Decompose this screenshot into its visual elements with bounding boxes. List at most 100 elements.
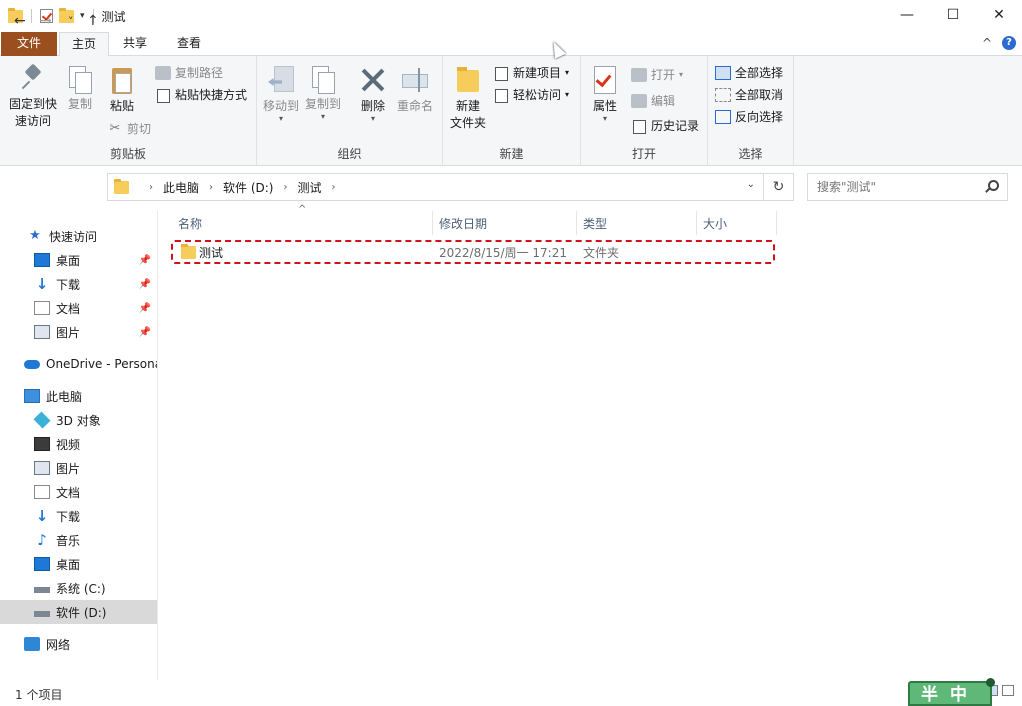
copy-path-button[interactable]: 复制路径	[155, 64, 223, 81]
move-to-icon	[266, 64, 296, 96]
collapse-ribbon-icon[interactable]: ^	[982, 36, 992, 50]
breadcrumb-this-pc[interactable]: 此电脑	[163, 179, 199, 196]
organize-group: 移动到 ▾ 复制到 ▾ 删除 ▾ 重命名 组织	[257, 56, 443, 166]
paste-shortcut-button[interactable]: 粘贴快捷方式	[155, 86, 247, 103]
pin-icon[interactable]: 📌	[139, 279, 151, 290]
copy-to-icon	[310, 64, 336, 94]
copy-to-button[interactable]: 复制到 ▾	[303, 64, 343, 121]
sidebar-item-documents[interactable]: 文档 📌	[0, 296, 157, 320]
open-button[interactable]: 打开 ▾	[631, 66, 683, 83]
maximize-button[interactable]: ☐	[930, 0, 976, 30]
file-row[interactable]: 测试 2022/8/15/周一 17:21 文件夹	[171, 240, 775, 264]
help-icon[interactable]: ?	[1002, 36, 1016, 50]
sidebar-item-3d-objects[interactable]: 3D 对象	[0, 408, 157, 432]
network-icon	[24, 637, 40, 651]
cut-button[interactable]: ✂ 剪切	[107, 120, 151, 137]
pin-icon[interactable]: 📌	[139, 303, 151, 314]
sidebar-item-label: 图片	[56, 325, 81, 340]
3d-objects-icon	[33, 411, 51, 429]
edit-button[interactable]: 编辑	[631, 92, 675, 109]
select-all-icon	[715, 65, 731, 80]
close-button[interactable]: ✕	[976, 0, 1022, 30]
sidebar-item-pictures[interactable]: 图片 📌	[0, 320, 157, 344]
back-button[interactable]: ←	[14, 13, 26, 29]
chevron-down-icon: ▾	[679, 70, 684, 79]
new-item-label: 新建项目	[513, 66, 562, 80]
select-all-button[interactable]: 全部选择	[715, 64, 783, 81]
pin-to-quick-access-button[interactable]: 固定到快 速访问	[4, 64, 62, 130]
chevron-down-icon: ▾	[602, 114, 607, 123]
sidebar-item-downloads[interactable]: ↓ 下载	[0, 504, 157, 528]
search-icon[interactable]	[988, 180, 999, 191]
breadcrumb-test[interactable]: 测试	[297, 179, 321, 196]
chevron-right-icon[interactable]: ›	[332, 182, 336, 193]
invert-selection-button[interactable]: 反向选择	[715, 108, 783, 125]
tab-share[interactable]: 共享	[112, 32, 158, 56]
sidebar-item-videos[interactable]: 视频	[0, 432, 157, 456]
rename-button[interactable]: 重命名	[393, 64, 437, 115]
address-bar[interactable]: › 此电脑 › 软件 (D:) › 测试 › ⌄	[107, 173, 764, 201]
delete-label: 删除	[360, 99, 385, 113]
new-folder-button[interactable]: 新建 文件夹	[447, 64, 489, 132]
new-folder-label-line2: 文件夹	[449, 116, 486, 130]
column-header-size[interactable]: 大小	[697, 211, 777, 235]
sidebar-item-downloads[interactable]: ↓ 下载 📌	[0, 272, 157, 296]
forward-button[interactable]: →	[40, 13, 52, 29]
sidebar-item-quick-access[interactable]: ★ 快速访问	[0, 224, 157, 248]
copy-button[interactable]: 复制	[64, 64, 96, 113]
sidebar-item-drive-c[interactable]: 系统 (C:)	[0, 576, 157, 600]
document-icon	[34, 485, 50, 499]
chevron-right-icon[interactable]: ›	[209, 182, 213, 193]
chevron-down-icon: ▾	[370, 114, 375, 123]
pin-icon[interactable]: 📌	[139, 255, 151, 266]
recent-locations-button[interactable]: ˅	[68, 15, 74, 28]
history-button[interactable]: 历史记录	[631, 117, 699, 134]
sidebar-item-label: OneDrive - Persona	[46, 357, 158, 371]
minimize-button[interactable]: —	[884, 0, 930, 30]
column-header-modified[interactable]: 修改日期	[433, 211, 577, 235]
column-header-name[interactable]: 名称	[172, 211, 433, 235]
column-header-type[interactable]: 类型	[577, 211, 697, 235]
refresh-button[interactable]: ↻	[764, 173, 794, 201]
large-icons-view-icon[interactable]	[1002, 685, 1014, 696]
invert-selection-icon	[715, 109, 731, 124]
pin-icon[interactable]: 📌	[139, 327, 151, 338]
breadcrumb-drive-d[interactable]: 软件 (D:)	[223, 179, 273, 196]
sidebar-item-network[interactable]: 网络	[0, 632, 157, 656]
sidebar-item-music[interactable]: ♪ 音乐	[0, 528, 157, 552]
tab-view[interactable]: 查看	[165, 32, 213, 56]
easy-access-icon	[493, 88, 509, 103]
sidebar-item-label: 下载	[56, 509, 81, 524]
chevron-right-icon[interactable]: ›	[283, 182, 287, 193]
tab-home[interactable]: 主页	[59, 32, 109, 57]
easy-access-button[interactable]: 轻松访问 ▾	[493, 86, 569, 103]
sidebar-item-pictures[interactable]: 图片	[0, 456, 157, 480]
new-group-label: 新建	[499, 147, 524, 161]
open-group-label: 打开	[631, 147, 656, 161]
file-type: 文件夹	[583, 245, 620, 260]
customize-toolbar-dropdown[interactable]: ▾	[80, 11, 85, 21]
search-input[interactable]	[808, 174, 978, 200]
sidebar-item-this-pc[interactable]: 此电脑	[0, 384, 157, 408]
history-icon	[631, 119, 647, 134]
sidebar-item-onedrive[interactable]: OneDrive - Persona	[0, 352, 157, 376]
sidebar-item-label: 3D 对象	[56, 413, 101, 428]
tab-file[interactable]: 文件	[1, 32, 57, 56]
sidebar-item-desktop[interactable]: 桌面 📌	[0, 248, 157, 272]
search-box[interactable]	[807, 173, 1008, 201]
properties-label: 属性	[592, 99, 617, 113]
select-none-button[interactable]: 全部取消	[715, 86, 783, 103]
delete-button[interactable]: 删除 ▾	[355, 64, 391, 123]
ime-status-widget[interactable]: 半中	[908, 681, 992, 706]
paste-button[interactable]: 粘贴	[104, 64, 140, 115]
sidebar-item-desktop[interactable]: 桌面	[0, 552, 157, 576]
sidebar-item-documents[interactable]: 文档	[0, 480, 157, 504]
chevron-right-icon[interactable]: ›	[149, 182, 153, 193]
properties-button[interactable]: 属性 ▾	[587, 64, 623, 123]
address-history-dropdown[interactable]: ⌄	[747, 179, 755, 190]
move-to-button[interactable]: 移动到 ▾	[261, 64, 301, 123]
download-icon: ↓	[35, 275, 49, 293]
new-item-button[interactable]: 新建项目 ▾	[493, 64, 569, 81]
up-button[interactable]: ↑	[87, 13, 99, 29]
sidebar-item-drive-d[interactable]: 软件 (D:)	[0, 600, 157, 624]
